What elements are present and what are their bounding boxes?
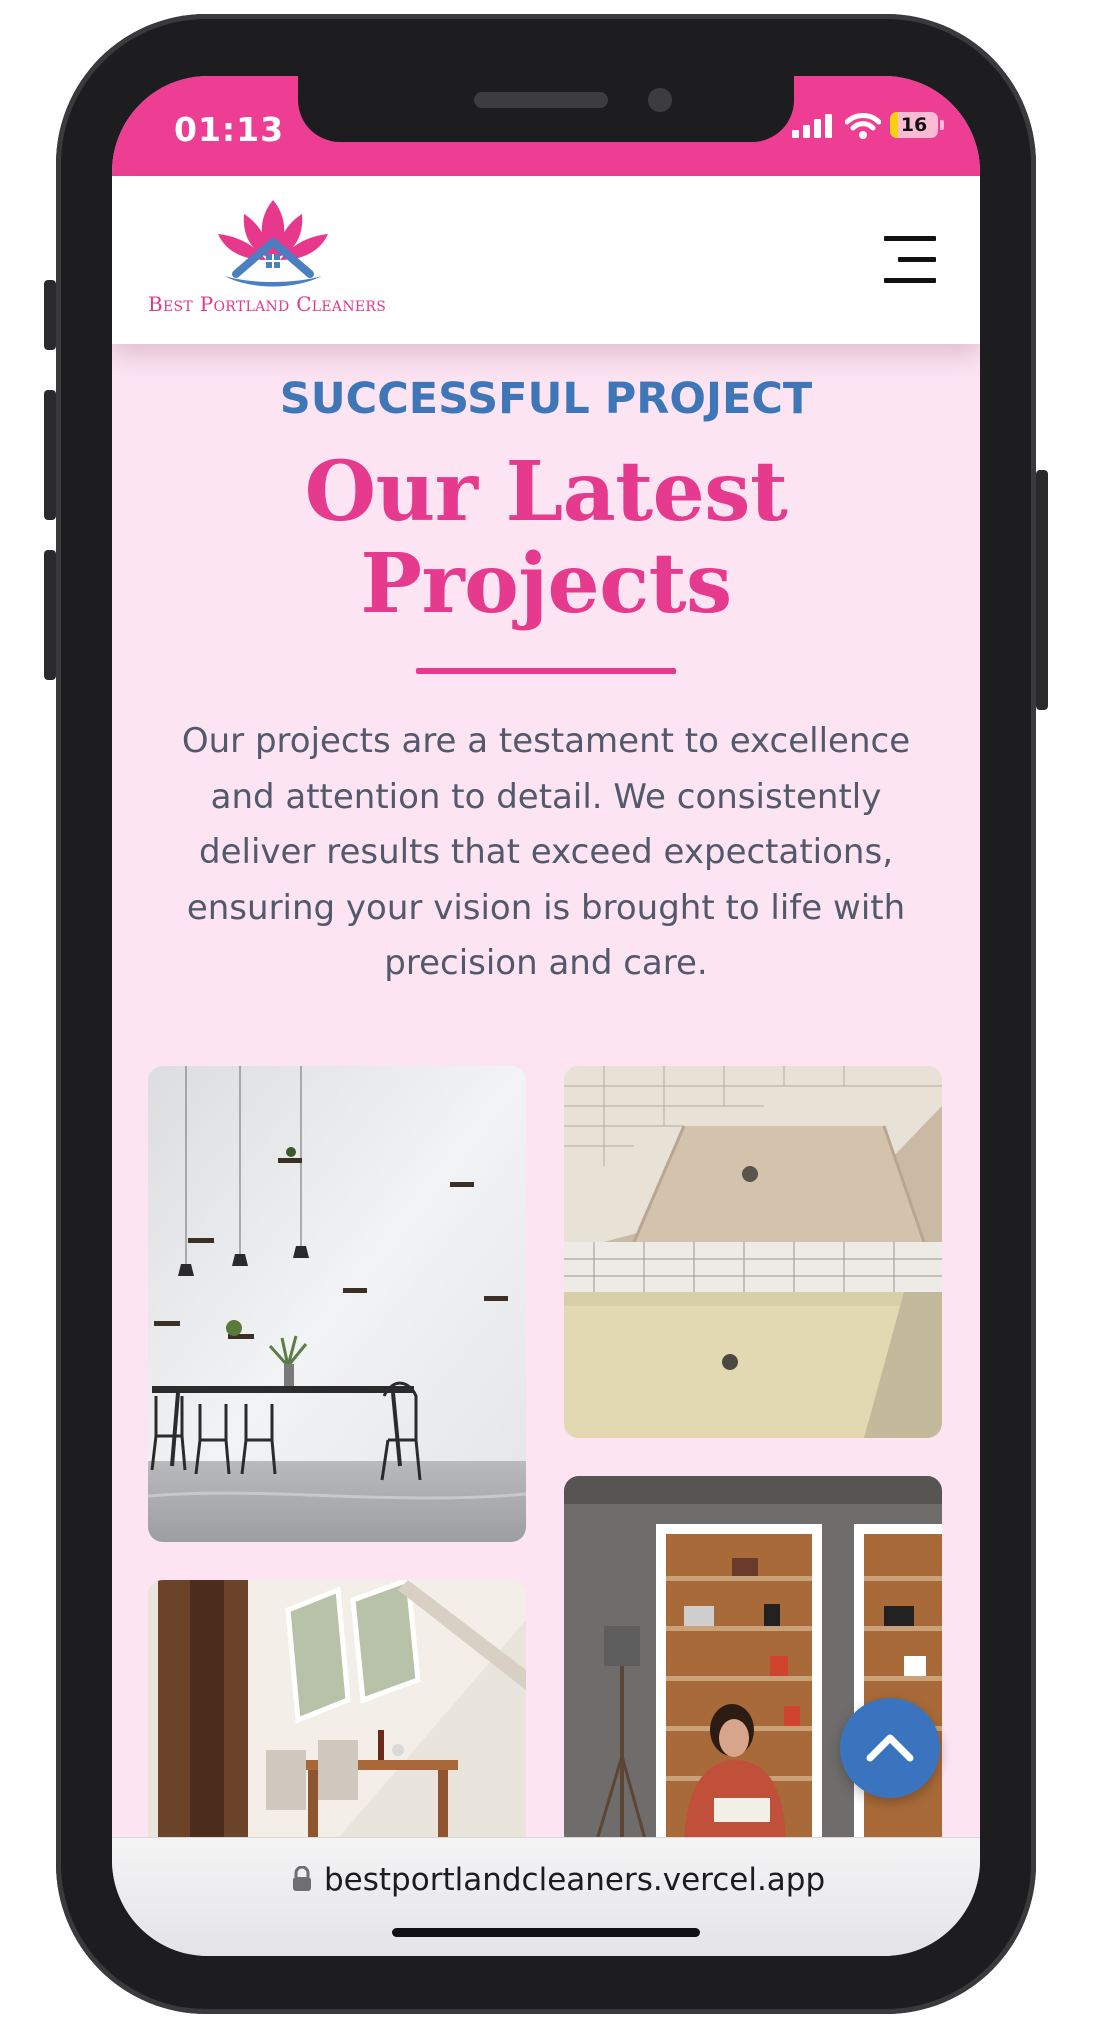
phone-volume-down-button [44, 550, 56, 680]
project-image-dining-room[interactable] [148, 1066, 526, 1542]
notch [298, 76, 794, 142]
attic-photo [148, 1580, 526, 1850]
dining-room-photo [148, 1066, 526, 1542]
home-indicator[interactable] [392, 1928, 700, 1937]
status-bar: 01:13 16 [112, 76, 980, 176]
phone-action-button [44, 280, 56, 350]
phone-volume-up-button [44, 390, 56, 520]
scroll-to-top-button[interactable] [840, 1698, 940, 1798]
url-text[interactable]: bestportlandcleaners.vercel.app [324, 1862, 825, 1898]
section-title-line-2: Projects [360, 536, 732, 632]
front-camera [648, 88, 672, 112]
phone-screen: 01:13 16 Best Portland Cleaners SUCCESSF… [112, 76, 980, 1956]
title-underline [416, 668, 676, 674]
speaker-grille [474, 92, 608, 108]
lock-icon [293, 1866, 311, 1891]
section-description: Our projects are a testament to excellen… [181, 721, 911, 983]
site-header: Best Portland Cleaners [112, 176, 980, 344]
status-time: 01:13 [174, 110, 285, 149]
lotus-house-logo-icon[interactable] [206, 196, 340, 288]
battery-level-text: 16 [900, 114, 928, 136]
wifi-icon [845, 113, 881, 139]
section-title: Our Latest Projects [112, 446, 980, 630]
project-image-bathtub[interactable] [564, 1066, 942, 1438]
battery-terminal [940, 120, 944, 130]
cellular-signal-icon [792, 114, 832, 138]
menu-line-middle [898, 257, 936, 262]
bathtub-photo [564, 1066, 942, 1438]
battery-icon: 16 [890, 112, 938, 138]
menu-line-top [884, 236, 936, 241]
project-image-attic[interactable] [148, 1580, 526, 1850]
menu-line-bottom [884, 278, 936, 283]
browser-address-bar[interactable]: bestportlandcleaners.vercel.app [112, 1837, 980, 1956]
logo-text[interactable]: Best Portland Cleaners [148, 292, 418, 316]
phone-power-button [1036, 470, 1048, 710]
section-eyebrow: SUCCESSFUL PROJECT [279, 374, 813, 424]
chevron-up-icon [866, 1734, 914, 1762]
section-title-line-1: Our Latest [304, 444, 788, 540]
hamburger-menu-icon[interactable] [884, 236, 936, 284]
battery-level-fill [890, 112, 898, 138]
